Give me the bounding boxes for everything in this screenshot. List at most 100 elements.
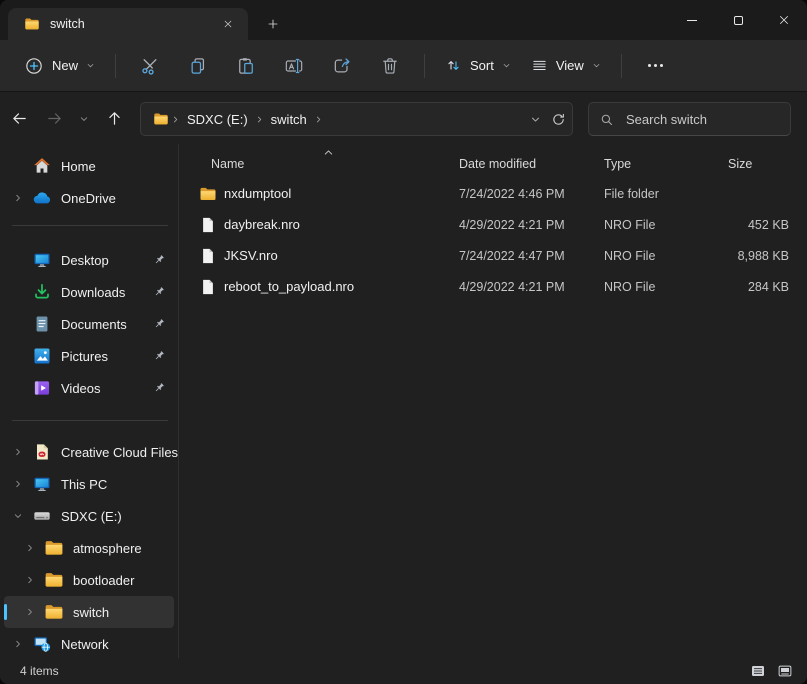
file-type: File folder xyxy=(604,187,716,201)
tab-close-button[interactable] xyxy=(216,12,240,36)
column-header-date-modified[interactable]: Date modified xyxy=(459,150,604,178)
sidebar-item-atmosphere[interactable]: atmosphere xyxy=(4,532,174,564)
sidebar-item-downloads[interactable]: Downloads xyxy=(4,276,174,308)
sidebar-item-desktop[interactable]: Desktop xyxy=(4,244,174,276)
search-box xyxy=(588,102,791,136)
folder-icon xyxy=(44,538,64,558)
chevron-right-icon[interactable] xyxy=(22,543,38,553)
chevron-down-icon[interactable] xyxy=(10,511,26,521)
close-button[interactable] xyxy=(761,0,807,40)
column-header-size[interactable]: Size xyxy=(716,150,791,178)
address-dropdown-icon[interactable] xyxy=(530,114,541,125)
creative-cloud-icon xyxy=(32,442,52,462)
copy-button[interactable] xyxy=(178,48,218,84)
minimize-button[interactable] xyxy=(669,0,715,40)
column-header-type[interactable]: Type xyxy=(604,150,716,178)
paste-icon xyxy=(236,56,256,76)
up-button[interactable] xyxy=(98,103,130,135)
file-type: NRO File xyxy=(604,280,716,294)
cut-icon xyxy=(140,56,160,76)
sidebar-item-documents[interactable]: Documents xyxy=(4,308,174,340)
new-button-label: New xyxy=(52,58,78,73)
file-icon xyxy=(199,278,217,296)
chevron-right-icon[interactable] xyxy=(22,575,38,585)
window-controls xyxy=(669,0,807,40)
recent-locations-button[interactable] xyxy=(73,103,95,135)
sidebar-item-label: Videos xyxy=(61,381,101,396)
file-name: reboot_to_payload.nro xyxy=(224,279,354,294)
forward-button[interactable] xyxy=(38,103,70,135)
toolbar-divider xyxy=(621,54,622,78)
file-date-modified: 4/29/2022 4:21 PM xyxy=(459,280,604,294)
chevron-right-icon[interactable] xyxy=(10,639,26,649)
chevron-right-icon[interactable] xyxy=(10,479,26,489)
back-button[interactable] xyxy=(3,103,35,135)
sidebar-item-bootloader[interactable]: bootloader xyxy=(4,564,174,596)
maximize-button[interactable] xyxy=(715,0,761,40)
folder-icon xyxy=(153,111,169,127)
sidebar-item-onedrive[interactable]: OneDrive xyxy=(4,182,174,214)
sidebar-item-this-pc[interactable]: This PC xyxy=(4,468,174,500)
arrow-right-icon xyxy=(46,110,63,127)
sidebar-item-label: bootloader xyxy=(73,573,134,588)
details-view-button[interactable] xyxy=(746,660,770,682)
sidebar-item-switch[interactable]: switch xyxy=(4,596,174,628)
refresh-icon[interactable] xyxy=(551,112,566,127)
rename-icon xyxy=(284,56,304,76)
rename-button[interactable] xyxy=(274,48,314,84)
chevron-down-icon xyxy=(79,114,89,124)
see-more-button[interactable] xyxy=(636,48,676,84)
navigation-pane: Home OneDrive Desktop Downloads xyxy=(0,144,179,658)
sidebar-item-pictures[interactable]: Pictures xyxy=(4,340,174,372)
folder-icon xyxy=(24,16,40,32)
new-tab-button[interactable] xyxy=(259,10,287,38)
search-input[interactable] xyxy=(624,111,774,128)
new-button[interactable]: New xyxy=(14,48,105,84)
sidebar-item-label: switch xyxy=(73,605,109,620)
cut-button[interactable] xyxy=(130,48,170,84)
chevron-right-icon[interactable] xyxy=(22,607,38,617)
view-button[interactable]: View xyxy=(521,48,611,84)
sidebar-item-creative-cloud-files[interactable]: Creative Cloud Files xyxy=(4,436,174,468)
large-icons-view-button[interactable] xyxy=(773,660,797,682)
file-explorer-window: switch New Sort View xyxy=(0,0,807,684)
chevron-right-icon[interactable] xyxy=(10,193,26,203)
sidebar-item-network[interactable]: Network xyxy=(4,628,174,658)
tab-title: switch xyxy=(50,17,216,31)
tab-switch[interactable]: switch xyxy=(8,8,248,40)
plus-circle-icon xyxy=(24,56,44,76)
file-row-daybreak-nro[interactable]: daybreak.nro 4/29/2022 4:21 PM NRO File … xyxy=(179,209,807,240)
trash-icon xyxy=(380,56,400,76)
breadcrumb-folder[interactable]: switch xyxy=(266,109,312,130)
breadcrumb-drive[interactable]: SDXC (E:) xyxy=(182,109,253,130)
address-bar[interactable]: SDXC (E:) switch xyxy=(140,102,573,136)
file-row-reboot-to-payload-nro[interactable]: reboot_to_payload.nro 4/29/2022 4:21 PM … xyxy=(179,271,807,302)
sidebar-item-videos[interactable]: Videos xyxy=(4,372,174,404)
onedrive-cloud-icon xyxy=(32,188,52,208)
share-button[interactable] xyxy=(322,48,362,84)
more-icon xyxy=(648,64,663,67)
sort-button[interactable]: Sort xyxy=(435,48,521,84)
search-icon xyxy=(599,112,614,127)
file-name: nxdumptool xyxy=(224,186,291,201)
item-count: 4 items xyxy=(20,664,59,678)
file-row-nxdumptool[interactable]: nxdumptool 7/24/2022 4:46 PM File folder xyxy=(179,178,807,209)
file-name: JKSV.nro xyxy=(224,248,278,263)
downloads-icon xyxy=(32,282,52,302)
folder-icon xyxy=(44,602,64,622)
sidebar-item-sdxc-e[interactable]: SDXC (E:) xyxy=(4,500,174,532)
large-icons-view-icon xyxy=(777,663,793,679)
delete-button[interactable] xyxy=(370,48,410,84)
sidebar-item-label: This PC xyxy=(61,477,107,492)
home-icon xyxy=(32,156,52,176)
pin-icon xyxy=(152,381,166,395)
paste-button[interactable] xyxy=(226,48,266,84)
minimize-icon xyxy=(687,20,697,21)
share-icon xyxy=(332,56,352,76)
file-row-jksv-nro[interactable]: JKSV.nro 7/24/2022 4:47 PM NRO File 8,98… xyxy=(179,240,807,271)
chevron-right-icon[interactable] xyxy=(10,447,26,457)
sidebar-item-home[interactable]: Home xyxy=(4,150,174,182)
arrow-left-icon xyxy=(11,110,28,127)
file-type: NRO File xyxy=(604,218,716,232)
sort-button-label: Sort xyxy=(470,58,494,73)
